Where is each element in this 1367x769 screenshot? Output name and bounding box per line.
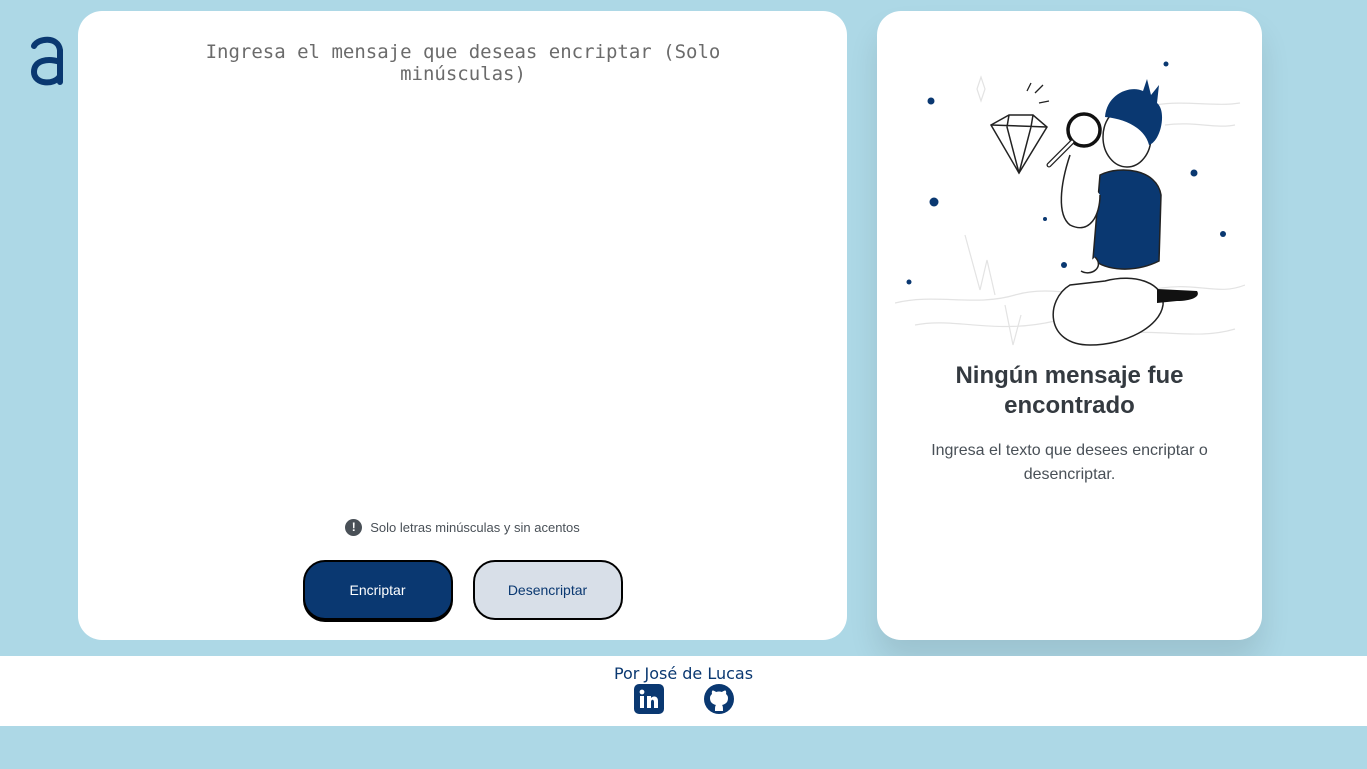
message-input[interactable] (138, 41, 788, 501)
output-text: Ingresa el texto que desees encriptar o … (931, 442, 1208, 483)
hint: ! Solo letras minúsculas y sin acentos (78, 519, 847, 536)
github-icon[interactable] (703, 684, 734, 714)
page: ! Solo letras minúsculas y sin acentos E… (0, 0, 1367, 769)
output-title: Ningún mensaje fue encontrado (955, 362, 1184, 419)
footer-author: Por José de Lucas (613, 664, 754, 683)
encrypt-button[interactable]: Encriptar (302, 560, 453, 620)
person-with-magnifying-glass-illustration (895, 61, 1245, 346)
linkedin-icon[interactable] (633, 684, 664, 714)
exclamation-circle-icon: ! (345, 519, 363, 536)
input-card: ! Solo letras minúsculas y sin acentos E… (78, 11, 847, 640)
hint-text: Solo letras minúsculas y sin acentos (370, 520, 580, 535)
decrypt-button[interactable]: Desencriptar (472, 560, 623, 620)
action-buttons: Encriptar Desencriptar (78, 560, 847, 620)
alura-logo-icon[interactable] (28, 32, 66, 88)
footer: Por José de Lucas (0, 656, 1367, 726)
social-links (0, 684, 1367, 714)
output-card: Ningún mensaje fue encontrado Ingresa el… (877, 11, 1262, 640)
